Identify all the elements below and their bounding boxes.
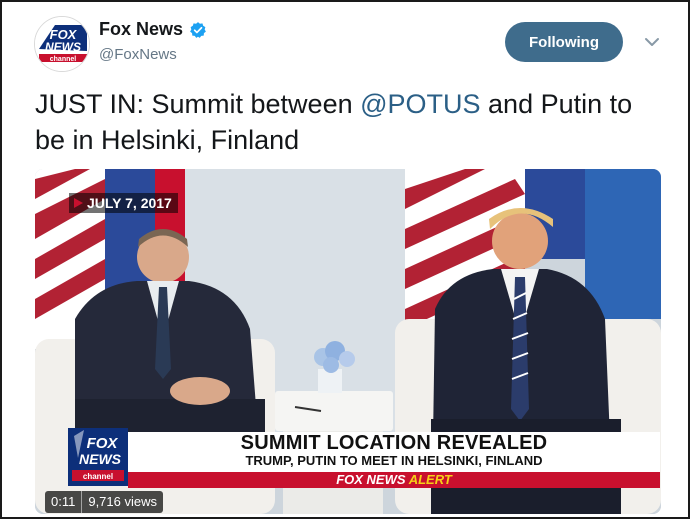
fox-news-channel-logo: FOX NEWS channel bbox=[68, 428, 128, 486]
lower-third-subheadline: TRUMP, PUTIN TO MEET IN HELSINKI, FINLAN… bbox=[245, 453, 543, 468]
following-button[interactable]: Following bbox=[505, 22, 623, 62]
mention-link[interactable]: @POTUS bbox=[360, 89, 480, 119]
fox-news-logo: FOX NEWS channel bbox=[35, 17, 89, 71]
tweet-text-prefix: JUST IN: Summit between bbox=[35, 89, 361, 119]
video-duration: 0:11 bbox=[51, 494, 76, 509]
avatar[interactable]: FOX NEWS channel bbox=[34, 16, 90, 72]
tweet-text: JUST IN: Summit between @POTUS and Putin… bbox=[35, 86, 655, 158]
alert-word: ALERT bbox=[408, 472, 452, 487]
video-views: 9,716 views bbox=[81, 491, 163, 513]
account-handle[interactable]: @FoxNews bbox=[99, 46, 177, 63]
avatar-logo-channel: channel bbox=[50, 56, 77, 63]
verified-badge-icon bbox=[190, 21, 206, 38]
alert-prefix: FOX NEWS bbox=[336, 472, 406, 487]
lt-logo-channel: channel bbox=[83, 472, 113, 481]
news-lower-third: FOX NEWS channel SUMMIT LOCATION REVEALE… bbox=[68, 428, 660, 488]
avatar-logo-bottom: NEWS bbox=[45, 40, 81, 54]
display-name[interactable]: Fox News bbox=[99, 19, 183, 40]
lower-third-headline: SUMMIT LOCATION REVEALED bbox=[240, 432, 548, 454]
date-tag: JULY 7, 2017 bbox=[69, 193, 178, 213]
lt-logo-top: FOX bbox=[87, 435, 119, 452]
fox-news-alert-bar: FOX NEWS ALERT bbox=[128, 472, 660, 488]
video-player[interactable]: JULY 7, 2017 FOX NEWS channel SUMMIT LOC… bbox=[35, 169, 661, 514]
video-stats: 0:11 9,716 views bbox=[45, 491, 163, 513]
account-name-row[interactable]: Fox News bbox=[99, 19, 207, 40]
lt-logo-bottom: NEWS bbox=[79, 451, 122, 467]
tweet-card: FOX NEWS channel Fox News @FoxNews Follo… bbox=[0, 0, 690, 519]
chevron-down-icon[interactable] bbox=[642, 32, 662, 52]
